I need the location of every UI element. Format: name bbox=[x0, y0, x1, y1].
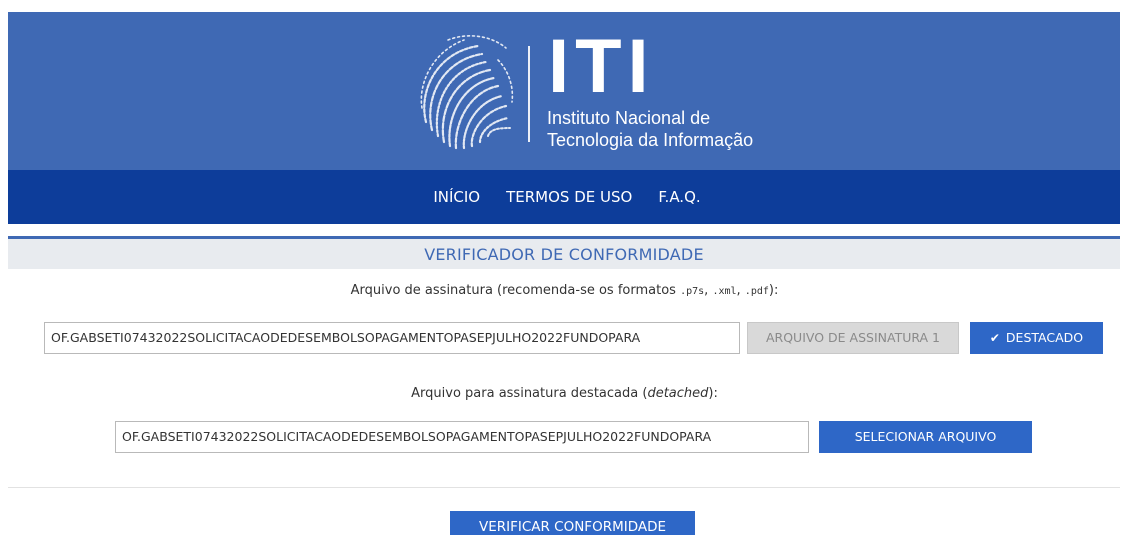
detached-toggle-button[interactable]: ✔ DESTACADO bbox=[970, 322, 1103, 354]
format-xml: .xml bbox=[712, 286, 737, 297]
signature-label-text: Arquivo de assinatura (recomenda-se os f… bbox=[350, 283, 681, 298]
logo-abbreviation: ITI bbox=[548, 24, 655, 109]
detached-file-label: Arquivo para assinatura destacada (detac… bbox=[0, 386, 1129, 401]
header-banner: ITI Instituto Nacional de Tecnologia da … bbox=[8, 12, 1120, 170]
detached-file-field[interactable]: OF.GABSETI07432022SOLICITACAODEDESEMBOLS… bbox=[115, 421, 809, 453]
format-p7s: .p7s bbox=[680, 286, 705, 297]
section-title: VERIFICADOR DE CONFORMIDADE bbox=[424, 245, 704, 264]
logo-name-line-1: Instituto Nacional de bbox=[547, 108, 711, 128]
signature-file-button[interactable]: ARQUIVO DE ASSINATURA 1 bbox=[747, 322, 959, 354]
signature-file-label: Arquivo de assinatura (recomenda-se os f… bbox=[350, 283, 779, 298]
signature-label-end: ): bbox=[768, 283, 779, 298]
signature-file-field[interactable]: OF.GABSETI07432022SOLICITACAODEDESEMBOLS… bbox=[44, 322, 740, 354]
nav-items: INÍCIO TERMOS DE USO F.A.Q. bbox=[8, 170, 1120, 224]
logo-name-line-2: Tecnologia da Informação bbox=[547, 130, 754, 150]
logo-divider bbox=[528, 46, 530, 142]
nav-item-faq[interactable]: F.A.Q. bbox=[658, 188, 700, 206]
fingerprint-logo-icon bbox=[420, 35, 514, 150]
checkmark-icon: ✔ bbox=[989, 331, 1000, 345]
section-title-bar: VERIFICADOR DE CONFORMIDADE bbox=[8, 239, 1120, 269]
nav-item-termos-de-uso[interactable]: TERMOS DE USO bbox=[506, 188, 632, 206]
detached-label-end: ): bbox=[708, 386, 718, 401]
nav-item-inicio[interactable]: INÍCIO bbox=[433, 188, 480, 206]
page: ITI Instituto Nacional de Tecnologia da … bbox=[0, 0, 1129, 535]
section-divider bbox=[8, 487, 1120, 488]
detached-toggle-label: DESTACADO bbox=[1005, 330, 1084, 345]
detached-label-text: Arquivo para assinatura destacada ( bbox=[411, 386, 648, 401]
select-file-button[interactable]: SELECIONAR ARQUIVO bbox=[819, 421, 1032, 453]
detached-label-emphasis: detached bbox=[647, 386, 709, 401]
format-pdf: .pdf bbox=[744, 286, 769, 297]
main-nav: INÍCIO TERMOS DE USO F.A.Q. bbox=[8, 170, 1120, 224]
verify-conformity-button[interactable]: VERIFICAR CONFORMIDADE bbox=[450, 511, 695, 535]
